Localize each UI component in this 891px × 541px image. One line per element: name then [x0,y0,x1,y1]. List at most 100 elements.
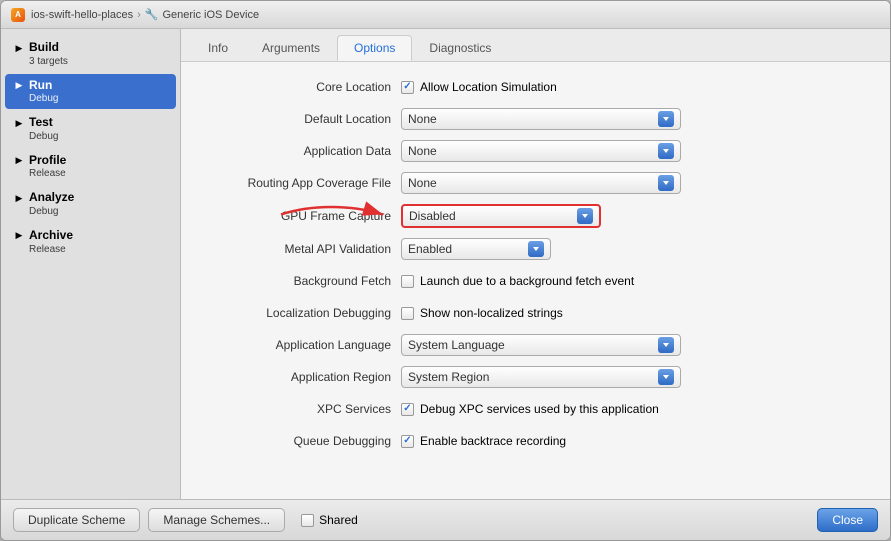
gpu-frame-capture-select[interactable]: Disabled [401,204,601,228]
run-arrow-icon: ▶ [13,80,25,92]
xpc-services-checkbox[interactable] [401,403,414,416]
archive-subtitle: Release [29,244,73,256]
default-location-select[interactable]: None [401,108,681,130]
localization-debugging-control: Show non-localized strings [401,306,870,320]
routing-coverage-value: None [408,176,654,190]
profile-arrow-icon: ▶ [13,155,25,167]
default-location-arrow-icon [658,111,674,127]
tab-options[interactable]: Options [337,35,412,61]
core-location-control: Allow Location Simulation [401,80,870,94]
test-arrow-icon: ▶ [13,117,25,129]
application-region-label: Application Region [201,370,401,384]
queue-debugging-checkbox[interactable] [401,435,414,448]
tab-diagnostics[interactable]: Diagnostics [412,35,508,61]
application-data-value: None [408,144,654,158]
run-content: Run Debug [29,78,58,106]
gpu-frame-capture-control: Disabled [401,204,870,228]
metal-api-validation-value: Enabled [408,242,524,256]
routing-coverage-label: Routing App Coverage File [201,176,401,190]
application-region-arrow-icon [658,369,674,385]
gpu-frame-capture-arrow-icon [577,208,593,224]
tab-bar: Info Arguments Options Diagnostics [181,29,890,62]
core-location-checkbox[interactable] [401,81,414,94]
manage-schemes-button[interactable]: Manage Schemes... [148,508,285,532]
bottom-bar: Duplicate Scheme Manage Schemes... Share… [1,499,890,540]
default-location-row: Default Location None [201,108,870,130]
metal-api-validation-control: Enabled [401,238,870,260]
routing-coverage-arrow-icon [658,175,674,191]
sidebar-item-test[interactable]: ▶ Test Debug [5,111,176,147]
metal-api-validation-arrow-icon [528,241,544,257]
core-location-checkbox-label: Allow Location Simulation [420,80,557,94]
profile-content: Profile Release [29,153,66,181]
sidebar-item-analyze[interactable]: ▶ Analyze Debug [5,186,176,222]
application-language-label: Application Language [201,338,401,352]
test-content: Test Debug [29,115,58,143]
background-fetch-checkbox-label: Launch due to a background fetch event [420,274,634,288]
tab-info[interactable]: Info [191,35,245,61]
sidebar-item-build[interactable]: ▶ Build 3 targets [5,36,176,72]
close-button[interactable]: Close [817,508,878,532]
settings-panel: Core Location Allow Location Simulation … [181,62,890,499]
default-location-value: None [408,112,654,126]
wrench-icon: 🔧 [145,8,159,21]
default-location-label: Default Location [201,112,401,126]
default-location-control: None [401,108,870,130]
routing-coverage-row: Routing App Coverage File None [201,172,870,194]
queue-debugging-control: Enable backtrace recording [401,434,870,448]
test-title: Test [29,115,58,131]
gpu-frame-capture-row: GPU Frame Capture Disabled [201,204,870,228]
shared-checkbox-area: Shared [301,513,358,527]
xpc-services-row: XPC Services Debug XPC services used by … [201,398,870,420]
routing-coverage-select[interactable]: None [401,172,681,194]
profile-title: Profile [29,153,66,169]
background-fetch-row: Background Fetch Launch due to a backgro… [201,270,870,292]
core-location-row: Core Location Allow Location Simulation [201,76,870,98]
queue-debugging-checkbox-label: Enable backtrace recording [420,434,566,448]
sidebar-item-profile[interactable]: ▶ Profile Release [5,149,176,185]
archive-title: Archive [29,228,73,244]
gpu-frame-capture-label: GPU Frame Capture [201,209,401,223]
gpu-frame-capture-value: Disabled [409,209,573,223]
project-name[interactable]: ios-swift-hello-places [31,9,133,21]
application-region-select[interactable]: System Region [401,366,681,388]
application-data-arrow-icon [658,143,674,159]
sidebar-item-archive[interactable]: ▶ Archive Release [5,224,176,260]
xpc-services-checkbox-label: Debug XPC services used by this applicat… [420,402,659,416]
test-subtitle: Debug [29,131,58,143]
xpc-services-label: XPC Services [201,402,401,416]
localization-debugging-label: Localization Debugging [201,306,401,320]
application-data-control: None [401,140,870,162]
shared-checkbox[interactable] [301,514,314,527]
application-language-select[interactable]: System Language [401,334,681,356]
duplicate-scheme-button[interactable]: Duplicate Scheme [13,508,140,532]
build-title: Build [29,40,68,56]
analyze-content: Analyze Debug [29,190,74,218]
analyze-subtitle: Debug [29,206,74,218]
sidebar: ▶ Build 3 targets ▶ Run Debug ▶ Test [1,29,181,499]
tab-arguments[interactable]: Arguments [245,35,337,61]
sidebar-item-run[interactable]: ▶ Run Debug [5,74,176,110]
application-region-value: System Region [408,370,654,384]
xcode-icon: A [11,8,25,22]
application-data-select[interactable]: None [401,140,681,162]
device-name[interactable]: Generic iOS Device [162,9,259,21]
application-language-row: Application Language System Language [201,334,870,356]
application-data-label: Application Data [201,144,401,158]
archive-content: Archive Release [29,228,73,256]
background-fetch-control: Launch due to a background fetch event [401,274,870,288]
background-fetch-checkbox[interactable] [401,275,414,288]
metal-api-validation-label: Metal API Validation [201,242,401,256]
archive-arrow-icon: ▶ [13,230,25,242]
localization-debugging-checkbox[interactable] [401,307,414,320]
localization-debugging-checkbox-label: Show non-localized strings [420,306,563,320]
breadcrumb-separator: › [137,9,141,21]
application-language-control: System Language [401,334,870,356]
xpc-services-control: Debug XPC services used by this applicat… [401,402,870,416]
metal-api-validation-select[interactable]: Enabled [401,238,551,260]
profile-subtitle: Release [29,168,66,180]
run-subtitle: Debug [29,93,58,105]
metal-api-validation-row: Metal API Validation Enabled [201,238,870,260]
application-region-row: Application Region System Region [201,366,870,388]
application-language-value: System Language [408,338,654,352]
